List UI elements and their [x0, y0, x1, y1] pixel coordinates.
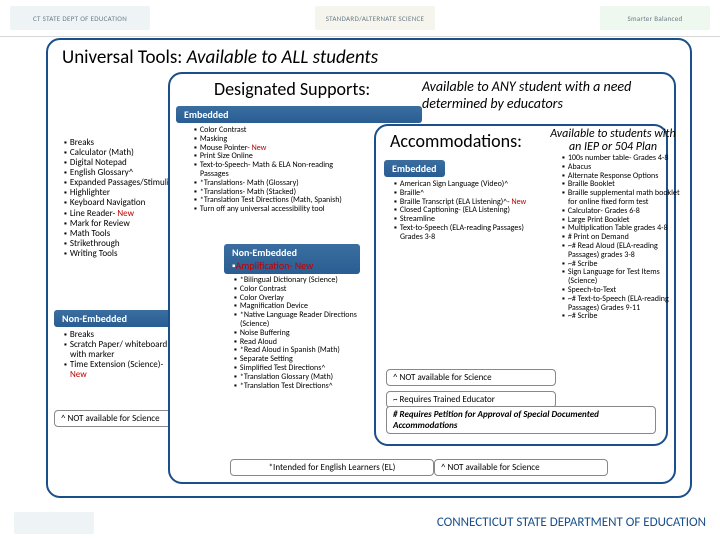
designated-footnote-el: *Intended for English Learners (EL)	[230, 459, 434, 476]
list-item: Sign Language for Test Items (Science)	[562, 268, 682, 286]
list-item: Text-to-Speech (ELA-reading Passages) Gr…	[394, 224, 546, 242]
logo-science: STANDARD/ALTERNATE SCIENCE	[315, 6, 435, 30]
accom-footnote-petition: # Requires Petition for Approval of Spec…	[386, 406, 656, 434]
universal-title-em: Available to ALL students	[187, 46, 379, 69]
designated-embedded-header: Embedded	[176, 106, 422, 123]
designated-nonembedded-header: Non-Embedded ▪Amplification- New	[224, 244, 360, 274]
list-item: Text-to-Speech- Math & ELA Non-reading P…	[194, 161, 358, 179]
box-universal-tools: Universal Tools: Available to ALL studen…	[46, 38, 692, 498]
accom-title: Accommodations:	[390, 130, 522, 152]
list-item: ~# Text-to-Speech (ELA-reading Passages)…	[562, 295, 682, 313]
accom-footnote-science: ^ NOT available for Science	[386, 369, 556, 386]
universal-title: Universal Tools: Available to ALL studen…	[62, 46, 378, 69]
universal-title-prefix: Universal Tools:	[62, 46, 182, 69]
designated-title: Designated Supports:	[214, 78, 370, 100]
accom-right-list: 100s number table- Grades 4-8AbacusAlter…	[552, 152, 682, 323]
accom-title-em: Available to students with an IEP or 504…	[544, 128, 682, 153]
accom-embedded-list: American Sign Language (Video)^Braille^B…	[384, 178, 546, 244]
list-item: Time Extension (Science)- New	[64, 360, 176, 380]
footer-bar: CONNECTICUT STATE DEPARTMENT OF EDUCATIO…	[0, 506, 720, 540]
logo-smarter-balanced: Smarter Balanced	[600, 6, 710, 30]
designated-title-prefix: Designated Supports:	[214, 78, 370, 100]
designated-title-em: Available to ANY student with a need det…	[422, 78, 672, 112]
box-accommodations: Accommodations: Available to students wi…	[374, 124, 668, 446]
list-item: ~# Scribe	[562, 312, 682, 321]
slide-body: Universal Tools: Available to ALL studen…	[46, 38, 692, 498]
list-item: Turn off any universal accessibility too…	[194, 205, 358, 214]
designated-embedded-list: Color ContrastMaskingMouse Pointer- NewP…	[184, 124, 358, 216]
footer-org: CONNECTICUT STATE DEPARTMENT OF EDUCATIO…	[437, 516, 706, 530]
logo-strip: CT STATE DEPT OF EDUCATION STANDARD/ALTE…	[0, 0, 720, 37]
designated-footnote-science: ^ NOT available for Science	[434, 459, 608, 476]
universal-embedded-list: BreaksCalculator (Math)Digital NotepadEn…	[54, 136, 176, 261]
list-item: *Native Language Reader Directions (Scie…	[234, 311, 370, 329]
list-item: Scratch Paper/ whiteboard with marker	[64, 340, 176, 360]
list-item: Braille supplemental math booklet for on…	[562, 189, 682, 207]
list-item: Writing Tools	[64, 249, 176, 259]
box-designated-supports: Designated Supports: Available to ANY st…	[168, 72, 676, 484]
list-item: *Translation Test Directions^	[234, 382, 370, 391]
logo-csde: CT STATE DEPT OF EDUCATION	[10, 6, 150, 30]
accom-embedded-header: Embedded	[384, 160, 445, 177]
footer-logo-icon	[14, 512, 94, 534]
universal-nonembedded-list: BreaksScratch Paper/ whiteboard with mar…	[54, 328, 176, 382]
designated-nonembedded-list: *Bilingual Dictionary (Science)Color Con…	[224, 274, 370, 392]
list-item: ~# Read Aloud (ELA-reading Passages) gra…	[562, 242, 682, 260]
